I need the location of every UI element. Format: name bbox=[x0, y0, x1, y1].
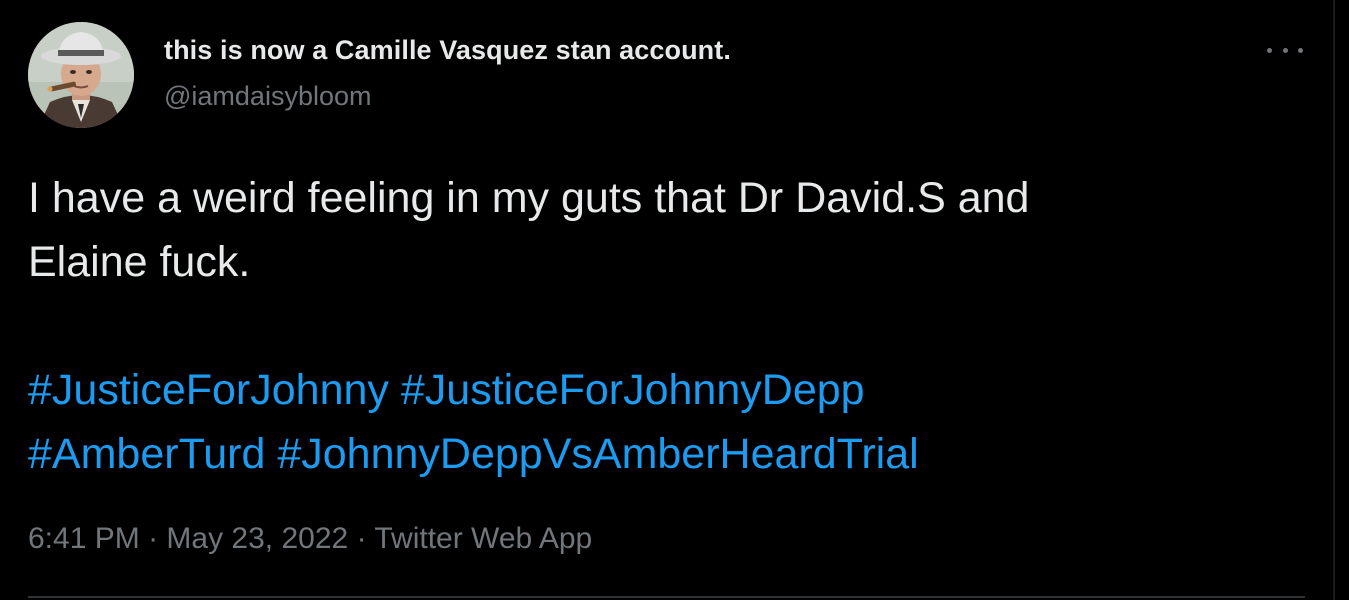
hashtag-link[interactable]: #JohnnyDeppVsAmberHeardTrial bbox=[277, 430, 918, 478]
tweet-text-line: Elaine fuck. bbox=[28, 238, 251, 286]
hashtag-link[interactable]: #AmberTurd bbox=[28, 430, 265, 478]
tweet-header: this is now a Camille Vasquez stan accou… bbox=[28, 22, 731, 128]
author-names: this is now a Camille Vasquez stan accou… bbox=[164, 34, 731, 112]
tweet-text: I have a weird feeling in my guts that D… bbox=[28, 166, 1288, 486]
more-dot bbox=[1282, 47, 1288, 53]
hashtag-line: #JusticeForJohnny #JusticeForJohnnyDepp bbox=[28, 358, 1288, 422]
tweet-card: this is now a Camille Vasquez stan accou… bbox=[0, 0, 1349, 600]
scrollbar-track bbox=[1333, 0, 1335, 600]
tweet-time[interactable]: 6:41 PM bbox=[28, 522, 140, 555]
more-dot bbox=[1298, 47, 1303, 53]
avatar-image bbox=[28, 22, 134, 128]
tweet-source[interactable]: Twitter Web App bbox=[374, 522, 592, 555]
hashtag-link[interactable]: #JusticeForJohnnyDepp bbox=[401, 366, 865, 414]
meta-separator: · bbox=[356, 522, 367, 555]
avatar[interactable] bbox=[28, 22, 134, 128]
tweet-date[interactable]: May 23, 2022 bbox=[166, 522, 348, 555]
author-display-name[interactable]: this is now a Camille Vasquez stan accou… bbox=[164, 34, 731, 66]
more-options-icon[interactable] bbox=[1267, 40, 1303, 60]
author-handle[interactable]: @iamdaisybloom bbox=[164, 80, 731, 112]
more-dot bbox=[1267, 47, 1272, 53]
hashtag-line: #AmberTurd #JohnnyDeppVsAmberHeardTrial bbox=[28, 422, 1288, 486]
tweet-text-line: I have a weird feeling in my guts that D… bbox=[28, 174, 1030, 222]
tweet-meta: 6:41 PM · May 23, 2022 · Twitter Web App bbox=[28, 520, 592, 558]
meta-separator: · bbox=[148, 522, 159, 555]
hashtag-link[interactable]: #JusticeForJohnny bbox=[28, 366, 389, 414]
divider bbox=[28, 596, 1305, 598]
